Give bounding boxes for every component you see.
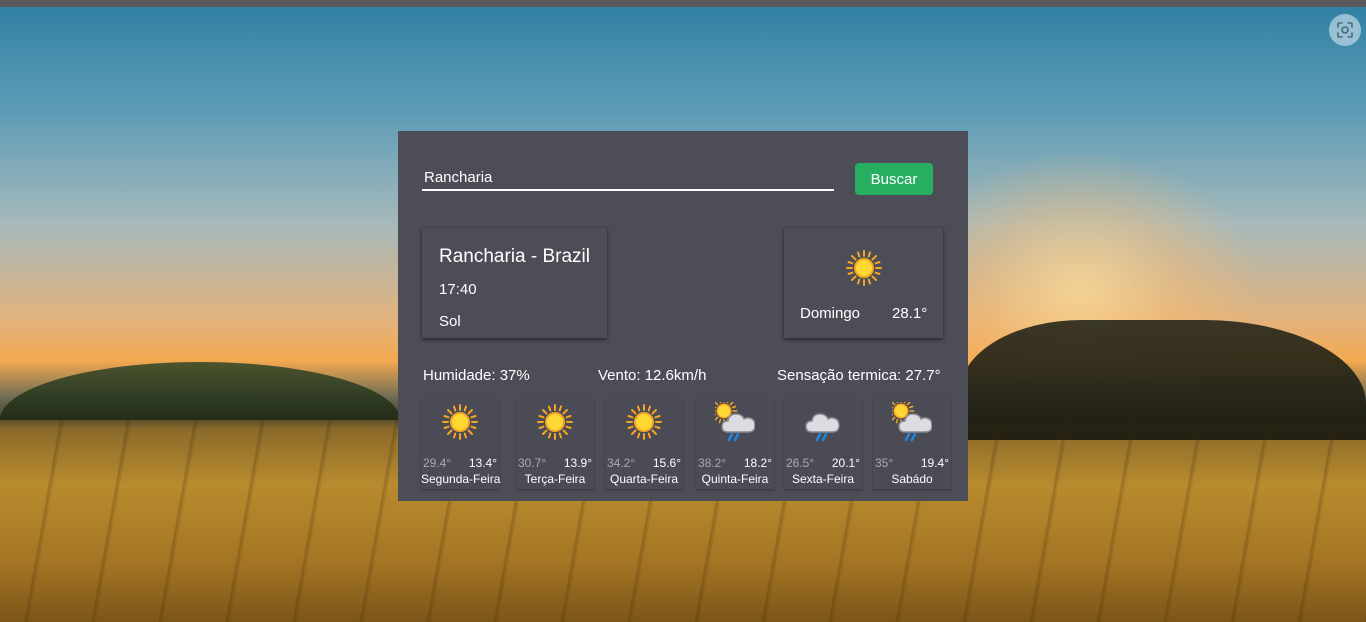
sun-icon bbox=[440, 402, 480, 442]
forecast-min: 13.9° bbox=[563, 456, 592, 470]
forecast-day-name: Terça-Feira bbox=[524, 472, 586, 486]
sun-cloud-rain-icon bbox=[715, 402, 755, 442]
current-condition: Sol bbox=[439, 313, 461, 330]
current-time: 17:40 bbox=[439, 281, 477, 298]
forecast-max: 35° bbox=[875, 456, 894, 470]
search-button[interactable]: Buscar bbox=[855, 163, 933, 195]
sun-icon bbox=[535, 402, 575, 442]
forecast-day: 35° 19.4° Sabádo bbox=[873, 399, 951, 489]
forecast-day: 38.2° 18.2° Quinta-Feira bbox=[696, 399, 774, 489]
today-temp: 28.1° bbox=[892, 305, 928, 322]
forecast-max: 34.2° bbox=[607, 456, 636, 470]
forecast-min: 19.4° bbox=[920, 456, 949, 470]
forecast-day-name: Quinta-Feira bbox=[701, 472, 769, 486]
forecast-max: 26.5° bbox=[786, 456, 815, 470]
page-background: Buscar Rancharia - Brazil 17:40 Sol Domi… bbox=[0, 0, 1366, 622]
screenshot-icon bbox=[1337, 22, 1353, 38]
search-input[interactable] bbox=[422, 165, 834, 191]
sun-icon bbox=[844, 248, 884, 288]
sun-cloud-rain-icon bbox=[892, 402, 932, 442]
forecast-day: 30.7° 13.9° Terça-Feira bbox=[516, 399, 594, 489]
forecast-min: 15.6° bbox=[652, 456, 681, 470]
feels-like-stat: Sensação termica: 27.7° bbox=[777, 367, 941, 384]
forecast-max: 38.2° bbox=[698, 456, 727, 470]
forecast-min: 18.2° bbox=[743, 456, 772, 470]
forecast-max: 30.7° bbox=[518, 456, 547, 470]
forecast-day-name: Segunda-Feira bbox=[421, 472, 501, 486]
browser-top-bar bbox=[0, 0, 1366, 7]
current-weather-box: Rancharia - Brazil 17:40 Sol bbox=[422, 228, 607, 338]
forecast-day: 26.5° 20.1° Sexta-Feira bbox=[784, 399, 862, 489]
forecast-day: 29.4° 13.4° Segunda-Feira bbox=[421, 399, 501, 489]
location-title: Rancharia - Brazil bbox=[439, 246, 590, 267]
forecast-day-name: Sabádo bbox=[891, 472, 933, 486]
forecast-day: 34.2° 15.6° Quarta-Feira bbox=[605, 399, 683, 489]
today-box: Domingo 28.1° bbox=[784, 228, 943, 338]
weather-card: Buscar Rancharia - Brazil 17:40 Sol Domi… bbox=[398, 131, 968, 501]
forecast-max: 29.4° bbox=[423, 456, 452, 470]
humidity-stat: Humidade: 37% bbox=[423, 367, 530, 384]
screenshot-button[interactable] bbox=[1329, 14, 1361, 46]
sun-icon bbox=[624, 402, 664, 442]
today-day: Domingo bbox=[800, 305, 861, 322]
wind-stat: Vento: 12.6km/h bbox=[598, 367, 707, 384]
forecast-day-name: Sexta-Feira bbox=[791, 472, 855, 486]
forecast-min: 20.1° bbox=[831, 456, 860, 470]
forecast-min: 13.4° bbox=[468, 456, 497, 470]
forecast-day-name: Quarta-Feira bbox=[609, 472, 679, 486]
cloud-rain-icon bbox=[803, 402, 843, 442]
